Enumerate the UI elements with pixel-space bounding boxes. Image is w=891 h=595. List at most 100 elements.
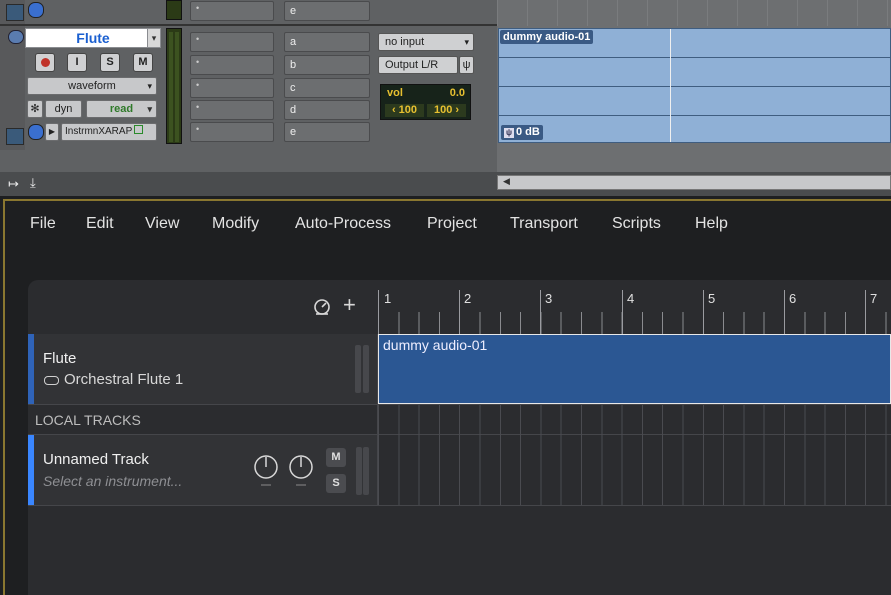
menu-help[interactable]: Help bbox=[695, 205, 728, 243]
menu-edit[interactable]: Edit bbox=[86, 205, 114, 243]
add-track-icon[interactable]: + bbox=[343, 294, 356, 316]
timeline-ruler[interactable]: 1 2 3 4 5 6 7 bbox=[378, 280, 891, 334]
send-slot-b[interactable]: b bbox=[284, 55, 370, 75]
track-instrument[interactable]: Orchestral Flute 1 bbox=[44, 371, 183, 388]
tempo-metronome-icon[interactable] bbox=[312, 297, 332, 317]
divider bbox=[377, 334, 378, 506]
solo-button[interactable]: S bbox=[100, 53, 120, 72]
timeline-grid bbox=[497, 0, 891, 26]
input-monitor-button[interactable]: I bbox=[67, 53, 87, 72]
track-selected-bar bbox=[28, 435, 34, 505]
automation-mode-selector[interactable]: read ▾ bbox=[86, 100, 157, 118]
chevron-down-icon: ▾ bbox=[147, 81, 152, 91]
dyn-button[interactable]: dyn bbox=[45, 100, 82, 118]
bar-number: 6 bbox=[789, 291, 797, 306]
grid-lanes[interactable] bbox=[378, 405, 891, 506]
track-header-unnamed[interactable] bbox=[28, 435, 378, 505]
audio-clip[interactable] bbox=[498, 28, 891, 143]
send-slot-d[interactable]: d bbox=[284, 100, 370, 120]
clip-dummy-audio[interactable]: dummy audio-01 bbox=[378, 334, 891, 404]
solo-button[interactable]: S bbox=[326, 474, 346, 493]
track-color-swatch[interactable] bbox=[6, 4, 24, 21]
plugin-status-icon bbox=[134, 125, 144, 134]
track-divider bbox=[0, 24, 497, 26]
menu-auto-process[interactable]: Auto-Process bbox=[295, 205, 391, 243]
menu-scripts[interactable]: Scripts bbox=[612, 205, 661, 243]
scroll-left-icon[interactable]: ◀ bbox=[503, 176, 510, 187]
volume-knob-icon[interactable] bbox=[253, 454, 279, 486]
instrument-plugin-name: InstrmnXARAP bbox=[65, 126, 133, 137]
insert-slot[interactable]: • bbox=[190, 122, 274, 142]
track-meter bbox=[363, 447, 369, 495]
bar-number: 4 bbox=[627, 291, 635, 306]
track-meter bbox=[355, 345, 361, 393]
insert-slot[interactable]: • bbox=[190, 32, 274, 52]
instrument-selector[interactable]: Select an instrument... bbox=[43, 473, 182, 489]
send-slot-e[interactable]: e bbox=[284, 122, 370, 142]
bar-number: 3 bbox=[545, 291, 553, 306]
pan-left-value[interactable]: ‹ 100 bbox=[385, 104, 424, 117]
volume-value: 0.0 bbox=[449, 87, 465, 99]
pan-knob-icon[interactable] bbox=[288, 454, 314, 486]
menu-transport[interactable]: Transport bbox=[510, 205, 578, 243]
menu-view[interactable]: View bbox=[145, 205, 179, 243]
track-select-icon[interactable] bbox=[28, 2, 44, 18]
ruler-ticks bbox=[378, 280, 891, 334]
track-color-bar bbox=[28, 334, 34, 404]
timebase-icon[interactable]: ✻ bbox=[27, 100, 43, 118]
track-meter bbox=[363, 345, 369, 393]
level-meter-prev bbox=[166, 0, 182, 20]
track-name[interactable]: Unnamed Track bbox=[43, 451, 149, 468]
instrument-plugin-slot[interactable]: InstrmnXARAP bbox=[61, 123, 157, 141]
track-color-swatch[interactable] bbox=[6, 128, 24, 145]
track-name-field[interactable]: Flute bbox=[25, 28, 161, 48]
insert-slot[interactable]: • bbox=[190, 55, 274, 75]
track-name[interactable]: Flute bbox=[43, 350, 76, 367]
mute-button[interactable]: M bbox=[133, 53, 153, 72]
chevron-down-icon[interactable]: ▾ bbox=[147, 28, 161, 48]
clip-name: dummy audio-01 bbox=[500, 30, 594, 44]
mute-button[interactable]: M bbox=[326, 448, 346, 467]
horizontal-scrollbar[interactable]: ◀ bbox=[497, 175, 891, 190]
arrow-right-bar-icon[interactable]: ↦ bbox=[8, 176, 19, 192]
chevron-down-icon: ▾ bbox=[464, 37, 469, 47]
menu-project[interactable]: Project bbox=[427, 205, 477, 243]
input-label: no input bbox=[385, 36, 425, 48]
send-slot-a[interactable]: a bbox=[284, 32, 370, 52]
clip-gain-icon: ψ bbox=[504, 128, 514, 138]
track-meter bbox=[356, 447, 362, 495]
track-expand-icon[interactable] bbox=[8, 30, 24, 44]
clip-gain[interactable]: ψ0 dB bbox=[501, 125, 543, 140]
output-selector[interactable]: Output L/R bbox=[378, 56, 458, 74]
clip-gain-value: 0 dB bbox=[516, 126, 540, 138]
menu-modify[interactable]: Modify bbox=[212, 205, 259, 243]
link-icon bbox=[44, 375, 59, 385]
bar-number: 2 bbox=[464, 291, 472, 306]
play-icon[interactable]: ▶ bbox=[45, 123, 59, 141]
insert-slot[interactable]: • bbox=[190, 100, 274, 120]
volume-pan-display[interactable]: vol 0.0 ‹ 100 100 › bbox=[380, 84, 471, 120]
insert-slot[interactable]: • bbox=[190, 1, 274, 21]
menu-file[interactable]: File bbox=[30, 205, 56, 243]
pan-right-value[interactable]: 100 › bbox=[427, 104, 466, 117]
input-selector[interactable]: no input ▾ bbox=[378, 33, 474, 51]
bar-number: 1 bbox=[384, 291, 392, 306]
instrument-name: Orchestral Flute 1 bbox=[64, 371, 184, 388]
send-slot[interactable]: e bbox=[284, 1, 370, 21]
instrument-power-icon[interactable] bbox=[28, 124, 44, 140]
chevron-down-icon: ▾ bbox=[147, 104, 152, 114]
track-header-flute[interactable] bbox=[28, 334, 378, 404]
view-mode-label: waveform bbox=[68, 80, 116, 92]
send-slot-c[interactable]: c bbox=[284, 78, 370, 98]
insert-slot[interactable]: • bbox=[190, 78, 274, 98]
record-arm-button[interactable] bbox=[35, 53, 55, 72]
clip-name: dummy audio-01 bbox=[383, 337, 488, 353]
output-link-icon[interactable]: ψ bbox=[459, 56, 474, 74]
download-icon[interactable]: ⤓ bbox=[30, 175, 36, 191]
automation-mode-label: read bbox=[109, 103, 134, 115]
bar-number: 5 bbox=[708, 291, 716, 306]
protools-edit-window: • e Flute ▾ I S M waveform ▾ ✻ dyn read ▾ … bbox=[0, 0, 891, 196]
track-view-selector[interactable]: waveform ▾ bbox=[27, 77, 157, 95]
level-meter bbox=[166, 28, 182, 144]
volume-label: vol bbox=[387, 87, 403, 99]
